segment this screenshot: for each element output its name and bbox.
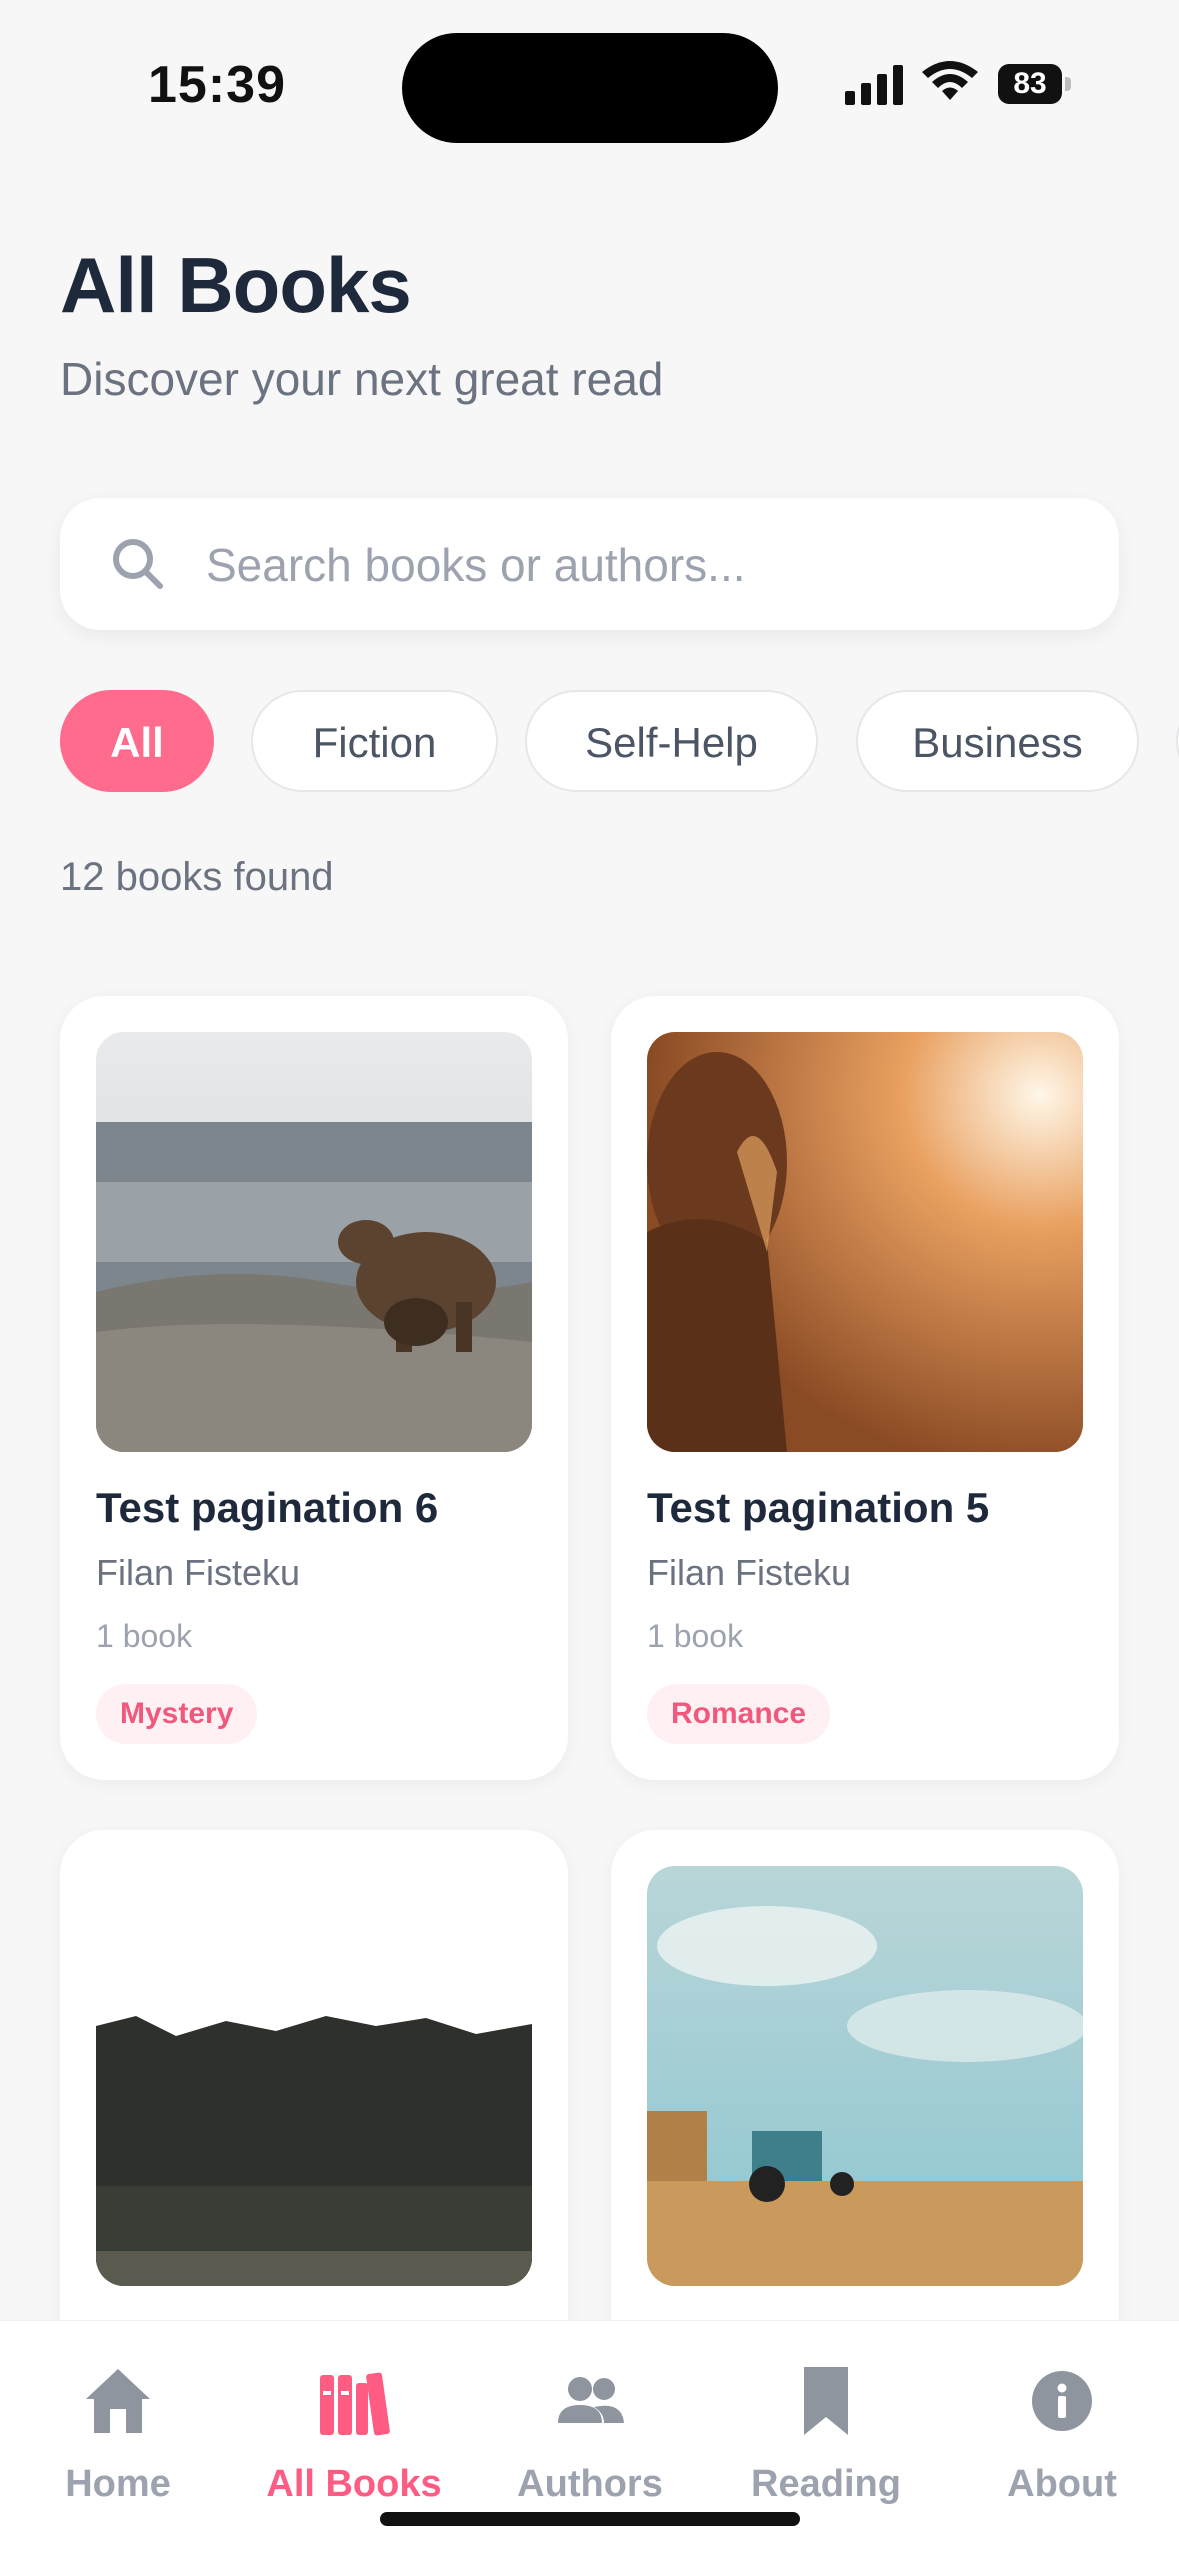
tab-label: Home bbox=[65, 2463, 171, 2505]
tab-label: Authors bbox=[517, 2463, 663, 2505]
tab-about[interactable]: About bbox=[944, 2361, 1179, 2506]
book-cover-image bbox=[647, 1032, 1083, 1452]
filter-chip-business[interactable]: Business bbox=[856, 690, 1139, 792]
filter-chip-all[interactable]: All bbox=[60, 690, 214, 792]
tab-authors[interactable]: Authors bbox=[472, 2361, 708, 2506]
book-count: 1 book bbox=[96, 1618, 193, 1654]
book-author: Filan Fisteku bbox=[96, 1552, 301, 1593]
genre-badge: Mystery bbox=[96, 1684, 258, 1744]
tab-label: All Books bbox=[266, 2463, 442, 2505]
filter-chip-self-help[interactable]: Self-Help bbox=[525, 690, 818, 792]
info-icon bbox=[1032, 2371, 1092, 2431]
page-title: All Books bbox=[60, 241, 412, 329]
battery-indicator: 83 bbox=[998, 64, 1072, 104]
users-icon bbox=[558, 2377, 624, 2423]
tab-label: Reading bbox=[751, 2463, 901, 2505]
category-filter-row: All Fiction Self-Help Business bbox=[60, 690, 1179, 796]
book-card[interactable]: Test pagination 5 Filan Fisteku 1 book R… bbox=[611, 996, 1119, 1780]
cellular-signal-icon bbox=[845, 65, 903, 105]
book-count: 1 book bbox=[647, 1618, 744, 1654]
bookmark-icon bbox=[804, 2367, 848, 2435]
book-cover-image bbox=[96, 1866, 532, 2286]
dynamic-island bbox=[402, 33, 778, 143]
tab-all-books[interactable]: All Books bbox=[236, 2361, 472, 2506]
book-title: Test pagination 6 bbox=[96, 1484, 439, 1531]
tab-home[interactable]: Home bbox=[0, 2361, 236, 2506]
status-time: 15:39 bbox=[148, 56, 286, 114]
genre-badge: Romance bbox=[647, 1684, 831, 1744]
status-bar: 15:39 83 bbox=[0, 0, 1179, 170]
book-card[interactable]: Test pagination 6 Filan Fisteku 1 book M… bbox=[60, 996, 568, 1780]
battery-percent: 83 bbox=[1013, 67, 1047, 100]
tab-reading[interactable]: Reading bbox=[708, 2361, 944, 2506]
book-cover-image bbox=[96, 1032, 532, 1452]
filter-chip-fiction[interactable]: Fiction bbox=[251, 690, 498, 792]
home-icon bbox=[86, 2369, 150, 2433]
book-cover-image bbox=[647, 1866, 1083, 2286]
home-indicator bbox=[380, 2512, 800, 2526]
search-bar[interactable] bbox=[60, 498, 1119, 632]
wifi-icon bbox=[922, 61, 978, 100]
page-subtitle: Discover your next great read bbox=[60, 353, 664, 405]
book-author: Filan Fisteku bbox=[647, 1552, 852, 1593]
books-icon bbox=[320, 2372, 390, 2436]
search-input[interactable] bbox=[204, 498, 1088, 632]
book-title: Test pagination 5 bbox=[647, 1484, 990, 1531]
tab-label: About bbox=[1007, 2463, 1117, 2505]
search-icon bbox=[113, 539, 163, 589]
results-count: 12 books found bbox=[60, 855, 334, 899]
